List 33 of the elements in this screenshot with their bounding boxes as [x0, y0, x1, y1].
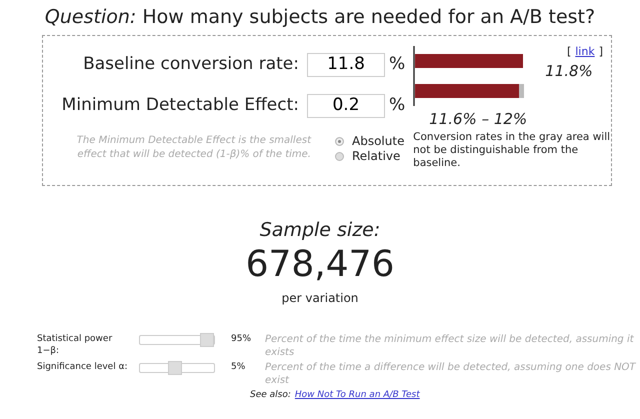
see-also-label: See also: — [250, 388, 291, 402]
unit-label: % — [389, 94, 406, 117]
hint-text: Percent of the time the minimum effect size will be detected, assuming it exists — [265, 332, 635, 358]
radio-button[interactable] — [335, 137, 344, 146]
slider-track[interactable] — [139, 334, 215, 344]
slider-label: Significance level α: — [37, 360, 129, 372]
slider-reading: 95% — [231, 332, 252, 346]
radio-label: Absolute — [352, 134, 404, 149]
hint-text: Percent of the time a difference will be detected, assuming one does NOT exist — [265, 360, 637, 386]
hint-text: The Minimum Detectable Effect is the smallest effect that will be detected (1-β)% of the time. — [76, 134, 311, 162]
slider-thumb[interactable] — [168, 360, 182, 374]
slider-track[interactable] — [139, 362, 215, 372]
result-title: Sample size: — [258, 218, 382, 243]
note-text: Conversion rates in the gray area will not be distinguishable from the baseline. — [413, 130, 612, 170]
bracket-text: ] — [598, 45, 603, 58]
range-label: 11.6% – 12% — [429, 109, 528, 130]
value-label: 11.8% — [545, 61, 593, 82]
slider-reading: 5% — [231, 360, 246, 374]
sample-size-value: 678,476 — [244, 244, 396, 284]
question-title: Question: How many subjects are needed for an A/B test? — [44, 5, 596, 29]
input-field[interactable]: 0.2 — [307, 94, 385, 118]
field-label: Minimum Detectable Effect: — [60, 94, 299, 117]
bracket-text: [ — [566, 45, 572, 58]
radio-label: Relative — [352, 149, 400, 164]
radio-button[interactable] — [335, 152, 344, 161]
link[interactable]: link — [575, 45, 595, 58]
input-field[interactable]: 11.8 — [307, 52, 385, 76]
field-label: Baseline conversion rate: — [82, 52, 299, 76]
result-unit: per variation — [280, 290, 360, 306]
unit-label: % — [389, 52, 406, 76]
slider-thumb[interactable] — [200, 332, 214, 346]
link[interactable]: How Not To Run an A/B Test — [294, 388, 420, 402]
slider-label: Statistical power 1−β: — [37, 332, 114, 356]
